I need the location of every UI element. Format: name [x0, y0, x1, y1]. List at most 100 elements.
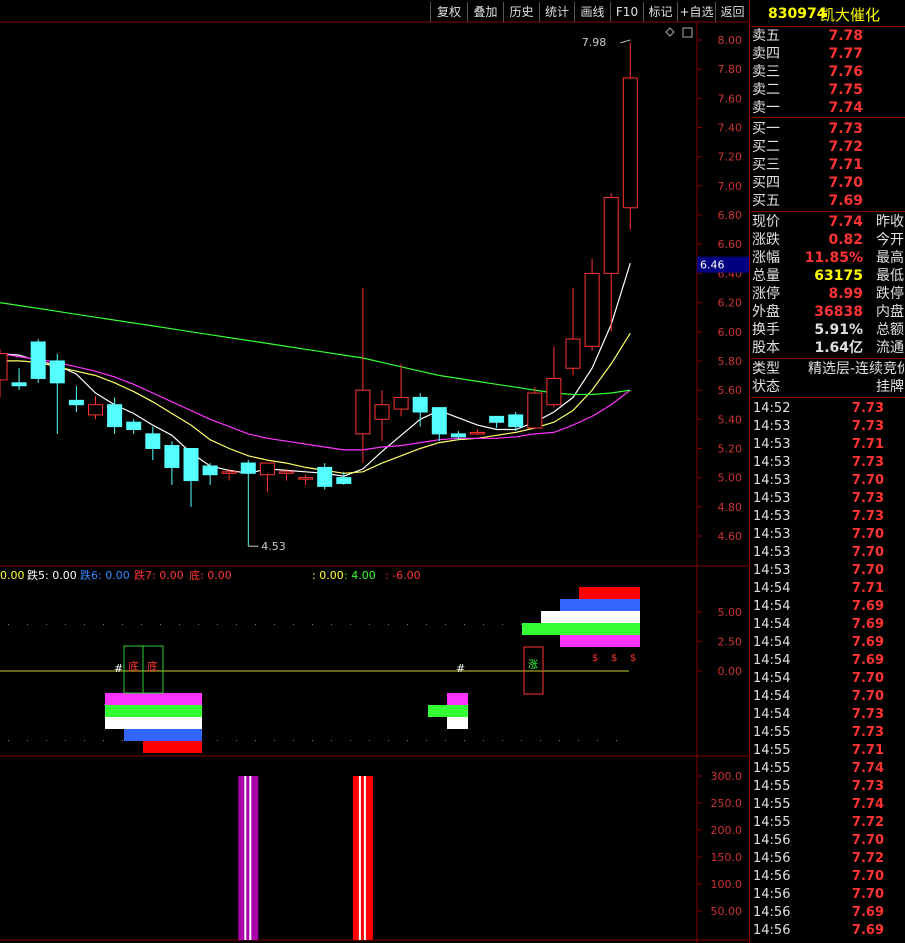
- toolbar-button-7[interactable]: 标记: [643, 2, 677, 22]
- quote-label: 涨跌: [752, 232, 780, 248]
- tick-row: 14:54 7.70: [750, 670, 905, 688]
- candle-body[interactable]: [489, 415, 505, 423]
- volume-bar: [352, 776, 373, 940]
- candle-body[interactable]: [88, 404, 103, 416]
- bid-row[interactable]: 买一 7.73: [750, 120, 905, 138]
- reference-dot: [369, 624, 370, 625]
- candle-body[interactable]: [240, 462, 256, 474]
- candle-body[interactable]: [164, 445, 180, 468]
- tick-row: 14:52 7.73: [750, 400, 905, 418]
- reference-dot: [160, 624, 161, 625]
- candle-body[interactable]: [317, 466, 333, 487]
- candle-body[interactable]: [546, 377, 562, 406]
- panel-divider: [750, 211, 905, 212]
- candle-body[interactable]: [584, 272, 600, 347]
- kline-chart-area[interactable]: 8.007.807.607.407.207.006.806.606.406.20…: [0, 0, 749, 943]
- candle-body[interactable]: [279, 471, 294, 474]
- tick-row: 14:54 7.69: [750, 616, 905, 634]
- ask-label: 卖三: [752, 64, 780, 80]
- candle-body[interactable]: [30, 341, 46, 379]
- tick-time: 14:55: [753, 743, 791, 758]
- bid-price: 7.71: [828, 157, 863, 173]
- toolbar-button-8[interactable]: +自选: [677, 2, 715, 22]
- candle-body[interactable]: [450, 433, 466, 438]
- tick-row: 14:53 7.73: [750, 508, 905, 526]
- tick-time: 14:55: [753, 725, 791, 740]
- candle-body[interactable]: [393, 396, 409, 410]
- candle-body[interactable]: [508, 414, 524, 428]
- bid-row[interactable]: 买二 7.72: [750, 138, 905, 156]
- toolbar-button-3[interactable]: 历史: [503, 2, 539, 22]
- candle-body[interactable]: [11, 382, 27, 387]
- toolbar-button-6[interactable]: F10: [610, 2, 643, 22]
- candle-body[interactable]: [145, 433, 161, 449]
- bid-row[interactable]: 买四 7.70: [750, 174, 905, 192]
- reference-dot: [274, 624, 275, 625]
- toolbar-button-2[interactable]: 叠加: [467, 2, 503, 22]
- tick-row: 14:56 7.69: [750, 922, 905, 940]
- candle-body[interactable]: [49, 360, 65, 384]
- tick-row: 14:53 7.70: [750, 562, 905, 580]
- reference-dot: [217, 740, 218, 741]
- candle-body[interactable]: [68, 399, 84, 406]
- ask-row[interactable]: 卖五 7.78: [750, 27, 905, 45]
- ask-row[interactable]: 卖四 7.77: [750, 45, 905, 63]
- candle-body[interactable]: [202, 465, 218, 476]
- reference-dot: [388, 740, 389, 741]
- bid-row[interactable]: 买三 7.71: [750, 156, 905, 174]
- quote-panel: 830974 凯大催化 卖五 7.78 卖四 7.77 卖三 7.76 卖二 7.75 卖一 7.…: [749, 0, 905, 943]
- price-tick-label: 4.80: [718, 501, 743, 514]
- ask-row[interactable]: 卖三 7.76: [750, 63, 905, 81]
- candle-body[interactable]: [336, 477, 352, 484]
- toolbar-button-9[interactable]: 返回: [715, 2, 749, 22]
- candle-body[interactable]: [355, 389, 371, 435]
- quote-right-label: 总额: [876, 322, 904, 338]
- candle-body[interactable]: [431, 407, 447, 435]
- diamond-icon[interactable]: [665, 27, 675, 37]
- tick-time: 14:56: [753, 833, 791, 848]
- candle-body[interactable]: [470, 431, 485, 435]
- status-label: 状态: [752, 379, 780, 395]
- candle-body[interactable]: [622, 77, 638, 209]
- candle-body[interactable]: [527, 392, 543, 429]
- reference-dot: [312, 624, 313, 625]
- tick-price: 7.71: [851, 581, 884, 596]
- candle-body[interactable]: [221, 471, 237, 474]
- indicator-stack-bar: [428, 705, 468, 717]
- tick-time: 14:53: [753, 527, 791, 542]
- candle-body[interactable]: [126, 421, 142, 431]
- price-tick-label: 4.60: [718, 530, 743, 543]
- reference-dot: [312, 740, 313, 741]
- quote-right-label: 跌停: [876, 286, 904, 302]
- toolbar-button-4[interactable]: 统计: [539, 2, 574, 22]
- tick-row: 14:55 7.74: [750, 796, 905, 814]
- candle-body[interactable]: [412, 396, 428, 413]
- candle-body[interactable]: [183, 447, 199, 482]
- candle-body[interactable]: [298, 477, 314, 480]
- tick-price: 7.70: [851, 671, 884, 686]
- bid-row[interactable]: 买五 7.69: [750, 192, 905, 210]
- ask-row[interactable]: 卖一 7.74: [750, 99, 905, 117]
- reference-dot: [293, 740, 294, 741]
- ask-price: 7.77: [828, 46, 863, 62]
- candle-body[interactable]: [0, 353, 8, 381]
- type-label: 类型: [752, 361, 780, 377]
- candle-body[interactable]: [603, 197, 619, 274]
- tick-price: 7.70: [851, 689, 884, 704]
- type-row: 类型 精选层-连续竞价: [750, 360, 905, 378]
- toolbar-button-5[interactable]: 画线: [574, 2, 610, 22]
- price-tick-label: 5.80: [718, 355, 743, 368]
- quote-row: 总量 63175 最低: [750, 267, 905, 285]
- hash-marker: #: [114, 662, 123, 675]
- reference-dot: [103, 624, 104, 625]
- dollar-marker: $: [592, 653, 598, 664]
- window-toggle-icon[interactable]: [682, 27, 693, 38]
- candle-body[interactable]: [107, 404, 123, 428]
- candle-body[interactable]: [259, 462, 275, 476]
- zhang-signal-label: 涨: [528, 659, 538, 671]
- toolbar-button-1[interactable]: 复权: [430, 2, 467, 22]
- candle-body[interactable]: [565, 338, 581, 369]
- ask-row[interactable]: 卖二 7.75: [750, 81, 905, 99]
- candle-body[interactable]: [374, 404, 390, 420]
- price-tick-label: 5.00: [718, 472, 743, 485]
